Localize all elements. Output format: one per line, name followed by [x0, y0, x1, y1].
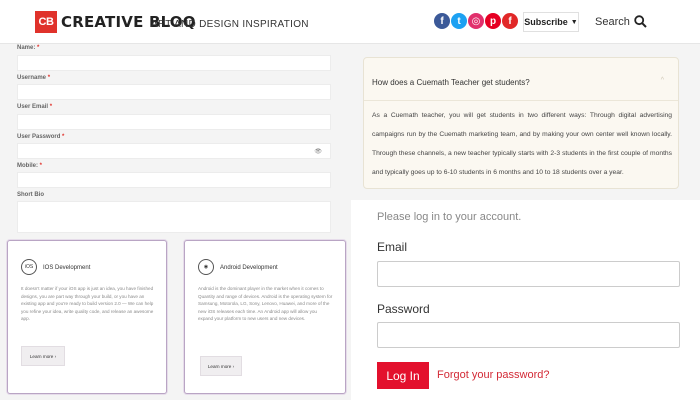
show-password-icon[interactable]: 👁 — [314, 148, 322, 155]
learn-more-button[interactable]: Learn more › — [21, 346, 65, 366]
search-button[interactable]: Search — [595, 15, 647, 28]
short-bio-textarea[interactable] — [17, 201, 331, 233]
site-tagline: ART AND DESIGN INSPIRATION — [151, 19, 309, 30]
learn-more-button[interactable]: Learn more › — [200, 356, 242, 376]
user-password-label: User Password * — [17, 134, 65, 140]
card-description: Android is the dominant player in the ma… — [198, 286, 333, 322]
android-development-card: ◉ Android Development Android is the dom… — [184, 240, 346, 394]
username-input[interactable] — [17, 84, 331, 100]
email-label: Email — [377, 240, 408, 254]
log-in-button[interactable]: Log In — [377, 362, 429, 389]
ios-icon: iOS — [21, 259, 37, 275]
social-links: f t ◎ p f — [434, 13, 518, 29]
faq-answer: As a Cuemath teacher, you will get stude… — [372, 112, 672, 176]
faq-question[interactable]: How does a Cuemath Teacher get students? — [372, 78, 530, 87]
chevron-up-icon[interactable]: ^ — [661, 77, 664, 84]
android-icon: ◉ — [198, 259, 214, 275]
password-label: Password — [377, 302, 430, 316]
flipboard-icon[interactable]: f — [502, 13, 518, 29]
search-icon — [634, 15, 647, 28]
mobile-input[interactable] — [17, 172, 331, 188]
name-label: Name: * — [17, 45, 40, 51]
username-label: Username * — [17, 75, 51, 81]
user-email-label: User Email * — [17, 104, 53, 110]
site-header: CB CREATIVE BLOQ ART AND DESIGN INSPIRAT… — [0, 0, 700, 44]
instagram-icon[interactable]: ◎ — [468, 13, 484, 29]
name-input[interactable] — [17, 55, 331, 71]
chevron-down-icon: ▼ — [570, 18, 578, 26]
user-password-input[interactable]: 👁 — [17, 143, 331, 159]
ios-development-card: iOS IOS Development It doesn't matter if… — [7, 240, 167, 394]
password-field[interactable] — [377, 322, 680, 348]
subscribe-button[interactable]: Subscribe ▼ — [523, 12, 579, 32]
user-email-input[interactable] — [17, 114, 331, 130]
card-description: It doesn't matter if your iOS app is jus… — [21, 286, 154, 322]
facebook-icon[interactable]: f — [434, 13, 450, 29]
search-label: Search — [595, 15, 630, 28]
logo-mark: CB — [35, 11, 57, 33]
mobile-label: Mobile: * — [17, 163, 43, 169]
twitter-icon[interactable]: t — [451, 13, 467, 29]
card-title: Android Development — [220, 265, 278, 271]
faq-accordion-item[interactable]: How does a Cuemath Teacher get students?… — [363, 57, 679, 189]
short-bio-label: Short Bio — [17, 192, 44, 198]
email-field[interactable] — [377, 261, 680, 287]
card-title: IOS Development — [43, 265, 91, 271]
subscribe-label: Subscribe — [524, 17, 568, 27]
faq-divider — [364, 100, 678, 101]
login-hint: Please log in to your account. — [377, 211, 522, 223]
forgot-password-link[interactable]: Forgot your password? — [437, 369, 550, 381]
pinterest-icon[interactable]: p — [485, 13, 501, 29]
